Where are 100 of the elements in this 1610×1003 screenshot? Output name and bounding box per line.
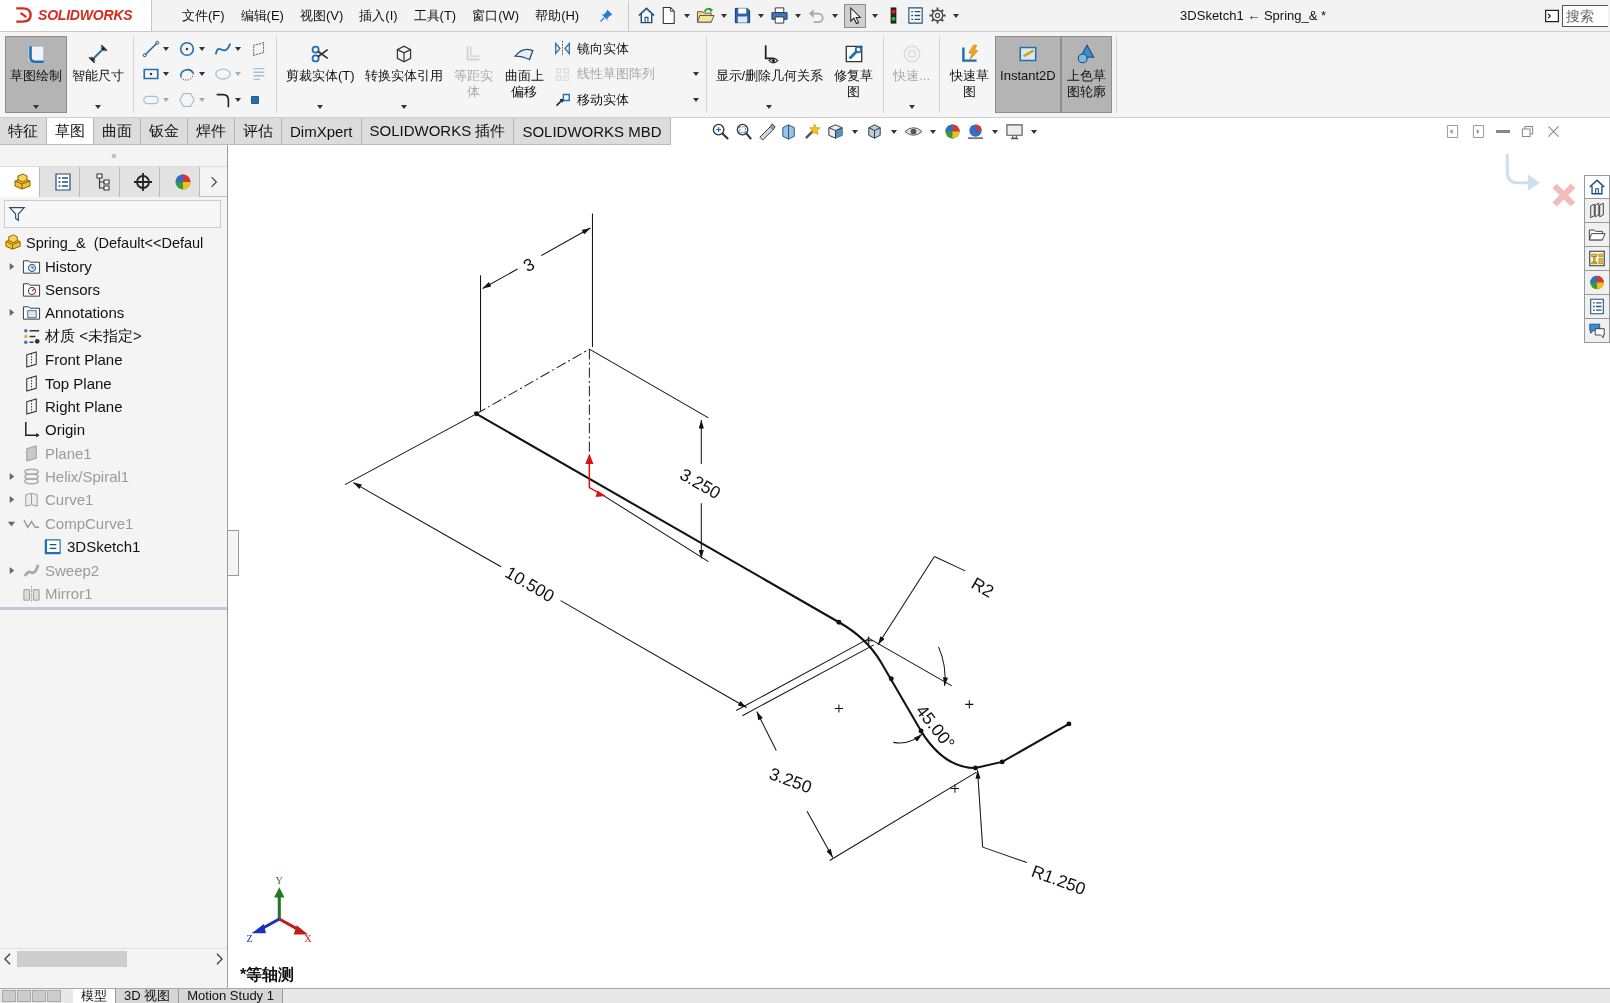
- dropdown-caret-icon[interactable]: [991, 129, 998, 134]
- dimension-value[interactable]: R1.250: [1028, 860, 1089, 899]
- center-mark: [834, 703, 844, 714]
- filter-field[interactable]: [4, 200, 221, 228]
- dropdown-caret-icon[interactable]: [851, 129, 858, 134]
- dimension-value[interactable]: 3: [519, 253, 538, 276]
- bottom-tab[interactable]: 模型: [73, 989, 116, 1003]
- tree-item[interactable]: Annotations: [0, 301, 227, 325]
- annotation-folder-icon: [22, 303, 41, 323]
- command-tab[interactable]: 评估: [235, 118, 282, 144]
- ribbon-button[interactable]: 智能尺寸: [67, 36, 129, 113]
- dropdown-caret-icon[interactable]: [199, 46, 205, 51]
- command-tab[interactable]: 钣金: [141, 118, 188, 144]
- command-tab[interactable]: DimXpert: [282, 118, 362, 144]
- bottom-tab[interactable]: Motion Study 1: [179, 989, 283, 1003]
- sketch-icon: [25, 43, 47, 65]
- dropdown-caret-icon[interactable]: [1030, 129, 1037, 134]
- tree-item[interactable]: 3DSketch1: [0, 535, 227, 559]
- scroll-right-icon[interactable]: [216, 952, 223, 965]
- ribbon-button[interactable]: 转换实体引用: [359, 36, 448, 113]
- dropdown-caret-icon[interactable]: [692, 98, 699, 103]
- dropdown-caret-icon[interactable]: [832, 13, 839, 18]
- horizontal-scrollbar[interactable]: [0, 948, 227, 968]
- ribbon-button[interactable]: 曲面上偏移: [498, 36, 550, 113]
- scroll-left-icon[interactable]: [4, 952, 11, 965]
- tree-item[interactable]: Front Plane: [0, 347, 227, 372]
- menu-item[interactable]: 视图(V): [291, 1, 352, 30]
- dropdown-caret-icon[interactable]: [95, 105, 101, 109]
- tree-item[interactable]: Origin: [0, 418, 227, 442]
- command-tab[interactable]: 焊件: [188, 118, 235, 144]
- monitor-icon: [1004, 122, 1024, 141]
- tree-item[interactable]: Sensors: [0, 277, 227, 302]
- ribbon-button[interactable]: Instant2D: [995, 36, 1061, 113]
- dropdown-caret-icon[interactable]: [684, 13, 691, 18]
- dropdown-caret-icon[interactable]: [721, 13, 728, 18]
- dropdown-caret-icon[interactable]: [872, 13, 879, 18]
- restore-icon: [1519, 123, 1536, 140]
- dropdown-caret-icon[interactable]: [33, 105, 39, 109]
- dropdown-caret-icon[interactable]: [758, 13, 765, 18]
- home-icon: [637, 6, 657, 25]
- panel-collapse-handle[interactable]: [228, 530, 239, 576]
- dropdown-caret-icon[interactable]: [163, 72, 169, 77]
- dropdown-caret-icon[interactable]: [692, 72, 699, 77]
- menu-item[interactable]: 工具(T): [405, 1, 465, 30]
- dropdown-caret-icon[interactable]: [890, 129, 897, 134]
- menu-item[interactable]: 编辑(E): [232, 1, 292, 30]
- dropdown-caret-icon[interactable]: [953, 13, 960, 18]
- pencil-icon: [756, 122, 776, 141]
- close-icon: [1545, 123, 1562, 140]
- tree-item[interactable]: History: [0, 254, 227, 278]
- axis-label: X: [304, 932, 312, 944]
- ribbon-button[interactable]: 显示/删除几何关系: [710, 36, 829, 113]
- dropdown-caret-icon[interactable]: [929, 129, 936, 134]
- ribbon-button[interactable]: 快速草图: [944, 36, 996, 113]
- search-field[interactable]: 搜索: [1562, 4, 1608, 27]
- menu-item[interactable]: 插入(I): [351, 1, 406, 30]
- command-tab[interactable]: SOLIDWORKS MBD: [514, 118, 671, 144]
- command-tab[interactable]: 草图: [47, 118, 94, 144]
- minimize-icon: [1496, 129, 1510, 134]
- property-list-icon: [52, 171, 73, 192]
- dimension-value[interactable]: R2: [968, 573, 998, 602]
- ribbon-button[interactable]: 上色草图轮廓: [1060, 36, 1112, 113]
- pane-left-icon: [1444, 123, 1461, 140]
- dropdown-caret-icon[interactable]: [235, 98, 241, 103]
- dropdown-caret-icon[interactable]: [163, 46, 169, 51]
- dropdown-caret-icon[interactable]: [795, 13, 802, 18]
- dimension-value[interactable]: 3.250: [766, 763, 815, 798]
- center-mark: [964, 699, 974, 709]
- dropdown-caret-icon[interactable]: [199, 72, 205, 77]
- tree-item[interactable]: Spring_& (Default<<Defaul: [0, 231, 227, 255]
- move-icon: [553, 91, 571, 109]
- mirror-feature-icon: [22, 584, 41, 604]
- panel-tab[interactable]: [120, 166, 160, 197]
- menu-item[interactable]: 文件(F): [174, 1, 233, 30]
- ribbon-button[interactable]: 草图绘制: [5, 36, 67, 113]
- tree-item[interactable]: 材质 <未指定>: [0, 324, 227, 348]
- command-tab[interactable]: 曲面: [94, 118, 141, 144]
- part-icon: [12, 171, 33, 192]
- command-tab[interactable]: 特征: [0, 118, 47, 144]
- dropdown-caret-icon[interactable]: [317, 105, 324, 109]
- center-mark: [864, 636, 874, 646]
- terminal-icon: [1544, 7, 1560, 24]
- view-orientation-icon: [825, 122, 845, 141]
- dimension-value[interactable]: 3.250: [676, 464, 725, 504]
- ribbon-button[interactable]: 剪裁实体(T): [281, 36, 360, 113]
- bottom-tab[interactable]: 3D 视图: [116, 989, 180, 1003]
- select-button[interactable]: [844, 3, 867, 28]
- ribbon-button[interactable]: 镜向实体: [553, 39, 702, 58]
- menu-item[interactable]: 窗口(W): [464, 1, 528, 30]
- menu-item[interactable]: 帮助(H): [527, 1, 588, 30]
- dropdown-caret-icon[interactable]: [400, 105, 407, 109]
- ribbon-button[interactable]: 移动实体: [553, 91, 690, 110]
- tree-item[interactable]: Top Plane: [0, 371, 227, 395]
- dropdown-caret-icon[interactable]: [235, 46, 241, 51]
- dropdown-caret-icon[interactable]: [766, 105, 773, 109]
- tree-item[interactable]: Right Plane: [0, 394, 227, 419]
- command-tab[interactable]: SOLIDWORKS 插件: [361, 118, 515, 144]
- ribbon-button[interactable]: 修复草图: [828, 36, 880, 113]
- save-icon: [733, 6, 753, 25]
- linear-pattern-icon: [553, 66, 571, 83]
